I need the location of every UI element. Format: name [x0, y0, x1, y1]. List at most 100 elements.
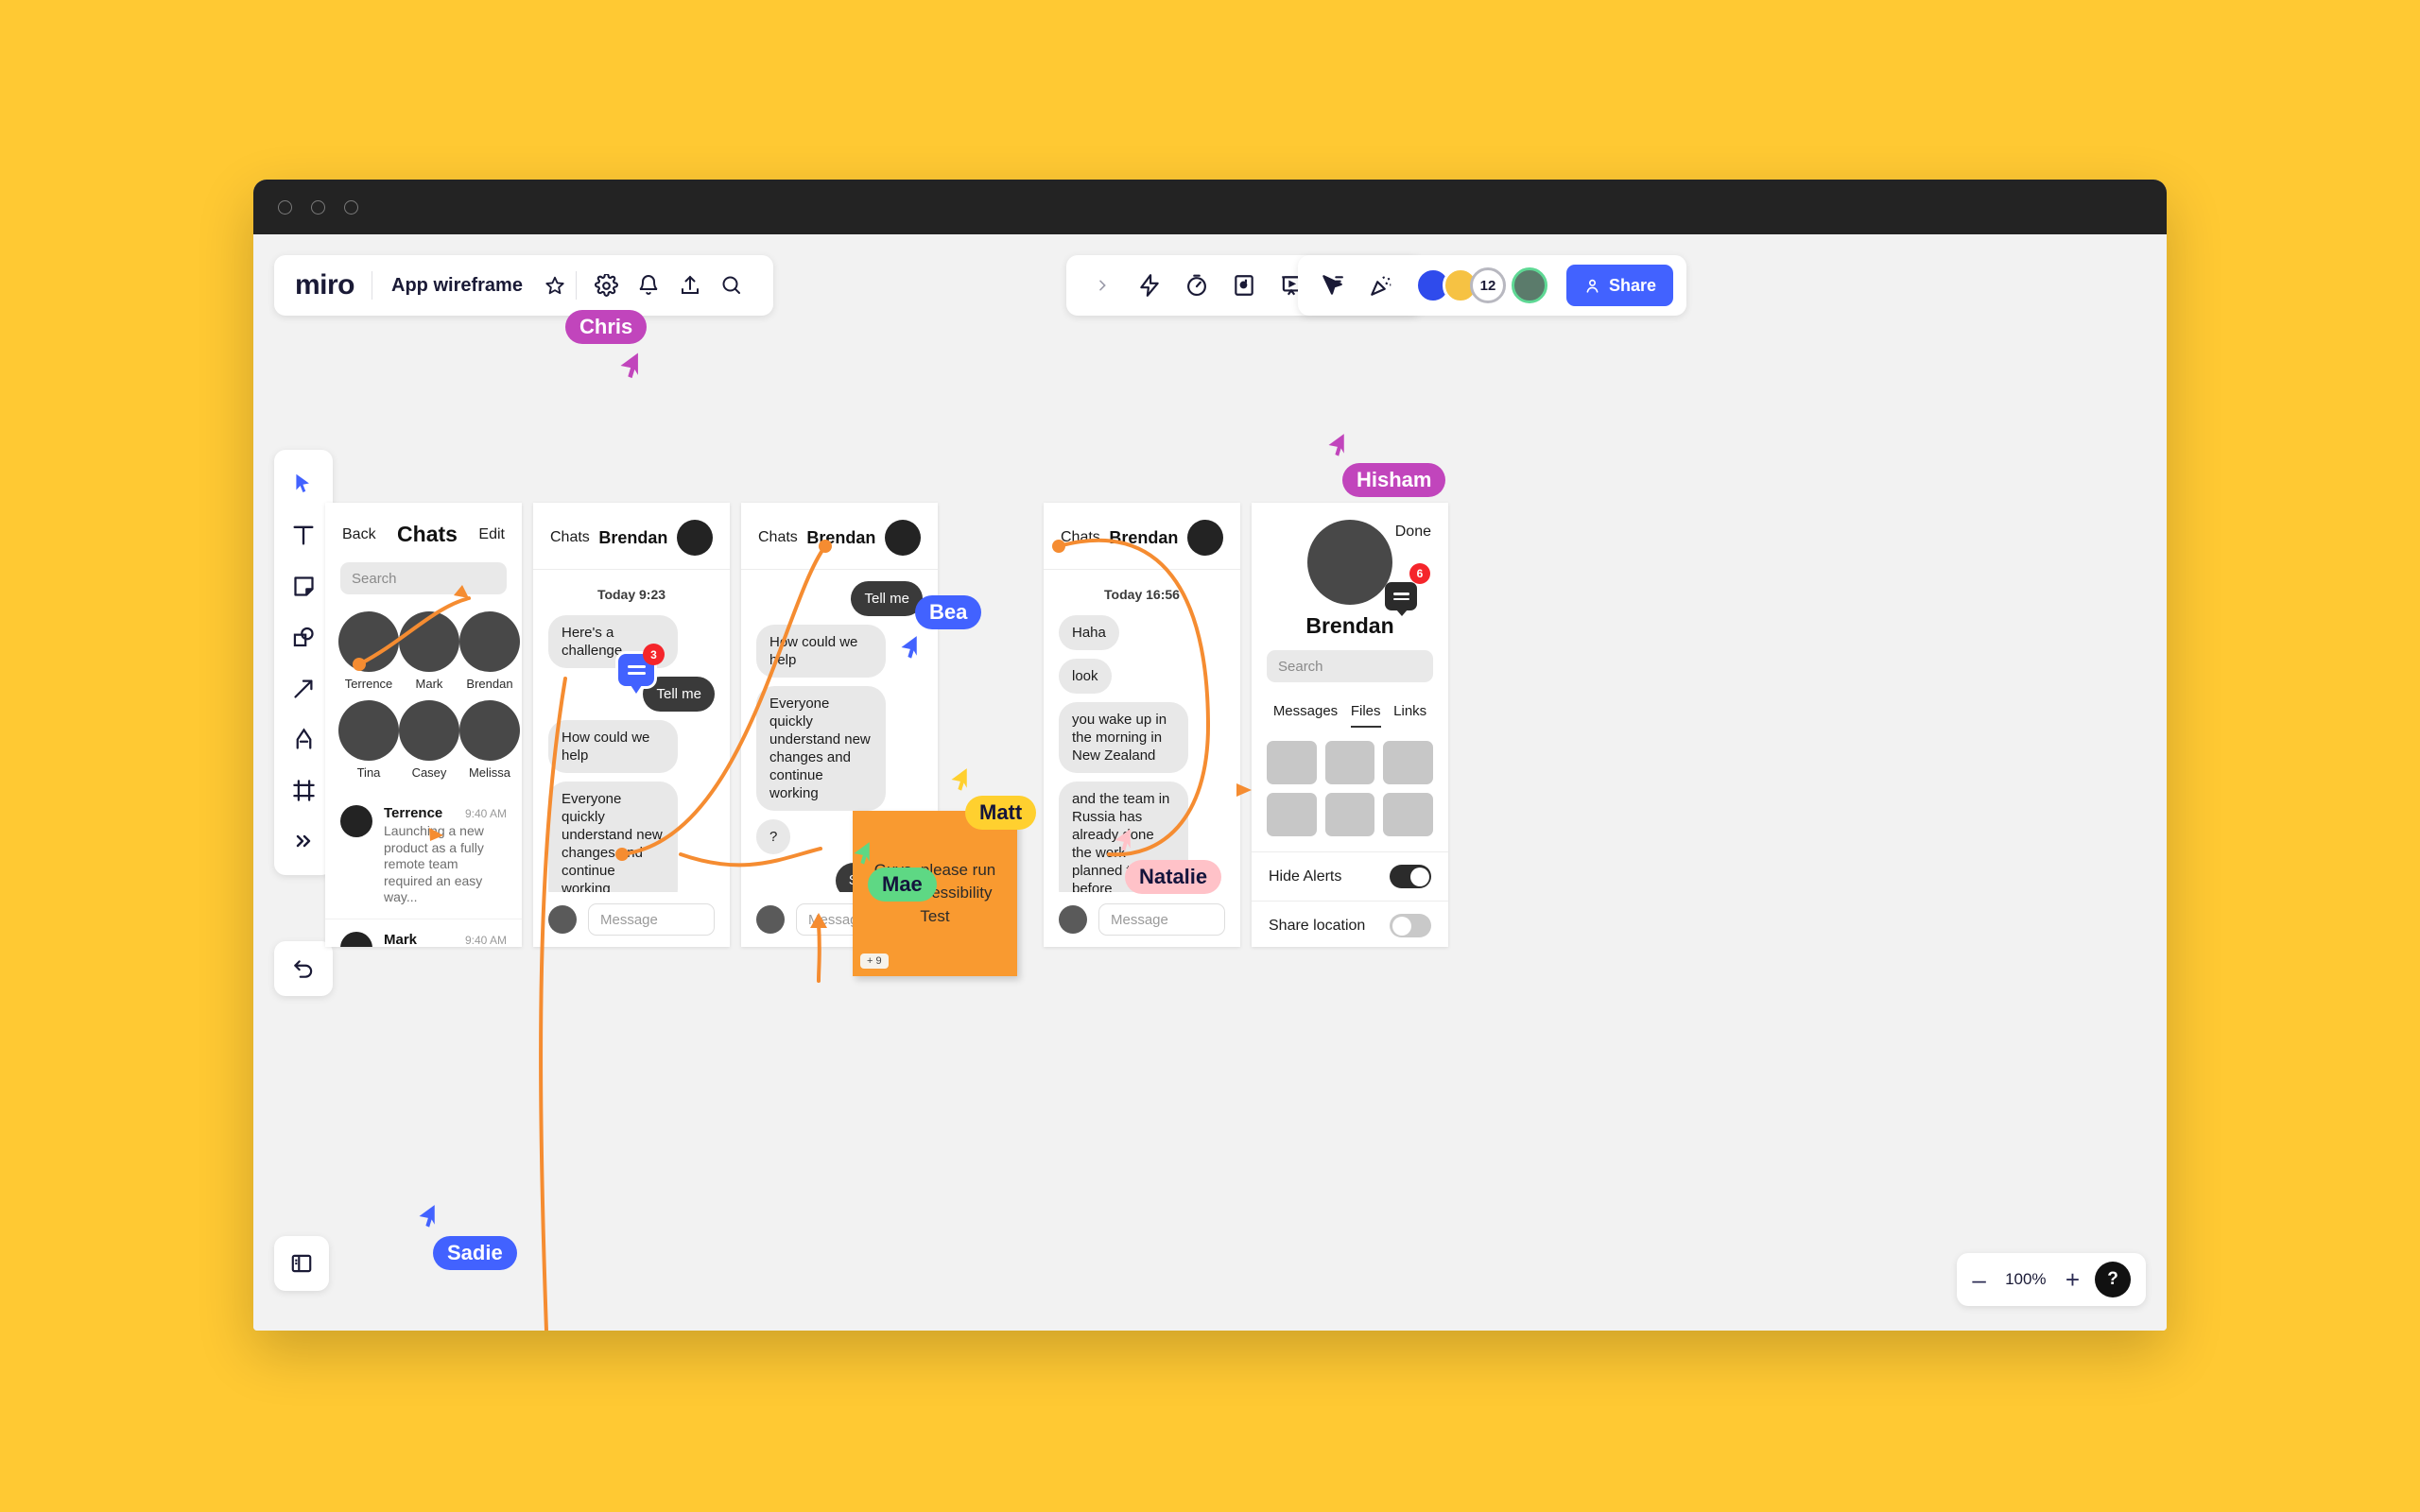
message-placeholder: Message — [600, 912, 658, 928]
cursor-label-sadie: Sadie — [433, 1236, 517, 1270]
message-placeholder: Message — [1111, 912, 1168, 928]
avatar-current-user[interactable] — [1512, 267, 1547, 303]
message-bubble-incoming: you wake up in the morning in New Zealan… — [1059, 702, 1188, 773]
chat-time: 9:40 AM — [465, 934, 507, 947]
profile-name: Brendan — [1252, 613, 1448, 639]
message-badge-icon[interactable] — [1385, 582, 1417, 610]
person-tile[interactable]: Terrence — [338, 611, 399, 691]
miro-board-canvas[interactable]: miro App wireframe — [253, 234, 2167, 1331]
favorite-star-icon[interactable] — [534, 265, 576, 306]
search-input[interactable]: Search — [340, 562, 507, 594]
edit-button[interactable]: Edit — [478, 526, 505, 543]
frame-conversation-1[interactable]: Chats Brendan Today 9:23 Here's a challe… — [533, 503, 730, 947]
file-thumbnail[interactable] — [1383, 793, 1433, 836]
help-button[interactable]: ? — [2095, 1262, 2131, 1297]
file-thumbnail[interactable] — [1325, 741, 1375, 784]
celebrate-icon[interactable] — [1360, 265, 1402, 306]
avatar[interactable] — [885, 520, 921, 556]
chat-preview: Launching a new product as a fully remot… — [384, 823, 507, 906]
message-input[interactable]: Message — [1098, 903, 1225, 936]
message-row: look — [1059, 659, 1225, 694]
shapes-tool-icon[interactable] — [280, 612, 327, 662]
avatar[interactable] — [1187, 520, 1223, 556]
tab-files[interactable]: Files — [1351, 703, 1381, 728]
person-tile[interactable]: Mark — [399, 611, 459, 691]
comment-pin[interactable]: 3 — [618, 654, 654, 686]
text-tool-text-t-icon[interactable] — [280, 510, 327, 559]
file-thumbnail[interactable] — [1267, 793, 1317, 836]
back-button[interactable]: Back — [342, 526, 376, 543]
done-button[interactable]: Done — [1395, 524, 1431, 541]
message-composer: Message — [1044, 892, 1240, 947]
search-icon[interactable] — [711, 265, 752, 306]
cursor-arrow-icon — [847, 839, 875, 868]
connection-line-tool-arrow-icon[interactable] — [280, 663, 327, 713]
frame-contact-profile[interactable]: Done 6 Brendan Search Messages Files Li — [1252, 503, 1448, 947]
hide-alerts-toggle[interactable] — [1390, 865, 1431, 888]
pen-tool-icon[interactable] — [280, 714, 327, 764]
chat-list-item[interactable]: Mark9:40 AM Implement many new ideas and… — [325, 919, 522, 948]
frame-chats-list[interactable]: Back Chats Edit Search Terrence Mark Bre… — [325, 503, 522, 947]
media-icon[interactable] — [1223, 265, 1265, 306]
person-tile[interactable]: Tina — [338, 700, 399, 780]
tab-links[interactable]: Links — [1393, 703, 1426, 728]
sticky-note-reaction-badge[interactable]: + 9 — [860, 954, 889, 969]
chevron-right-icon[interactable] — [1081, 265, 1123, 306]
cursor-label-natalie: Natalie — [1125, 860, 1221, 894]
window-minimize-dot[interactable] — [311, 200, 325, 215]
gear-icon[interactable] — [586, 265, 628, 306]
tab-messages[interactable]: Messages — [1273, 703, 1338, 728]
more-tools-chevron-double-right-icon[interactable] — [280, 816, 327, 866]
timer-icon[interactable] — [1176, 265, 1218, 306]
message-bubble-incoming: How could we help — [756, 625, 886, 678]
person-tile[interactable]: Casey — [399, 700, 459, 780]
search-input[interactable]: Search — [1267, 650, 1433, 682]
lightning-icon[interactable] — [1129, 265, 1170, 306]
miro-logo[interactable]: miro — [295, 269, 372, 301]
select-tool-cursor-arrow-icon[interactable] — [280, 459, 327, 508]
conversation-header: Chats Brendan — [741, 503, 938, 570]
board-title[interactable]: App wireframe — [372, 275, 534, 297]
person-tile[interactable]: Brendan — [459, 611, 520, 691]
message-row: you wake up in the morning in New Zealan… — [1059, 702, 1225, 773]
zoom-out-button[interactable]: – — [1972, 1267, 1985, 1292]
back-to-chats-button[interactable]: Chats — [758, 529, 798, 546]
cursor-label-matt: Matt — [965, 796, 1036, 830]
avatar — [756, 905, 785, 934]
share-button[interactable]: Share — [1566, 265, 1673, 306]
avatar[interactable] — [677, 520, 713, 556]
message-bubble-incoming: look — [1059, 659, 1112, 694]
person-tile[interactable]: Melissa — [459, 700, 520, 780]
setting-share-location[interactable]: Share location — [1252, 901, 1448, 947]
undo-button[interactable] — [274, 941, 333, 996]
cursor-arrow-icon — [894, 633, 923, 662]
setting-label: Share location — [1269, 918, 1365, 935]
window-maximize-dot[interactable] — [344, 200, 358, 215]
message-input[interactable]: Message — [588, 903, 715, 936]
collaborator-avatars[interactable]: 12 — [1415, 267, 1547, 303]
cursor-select-icon[interactable] — [1311, 265, 1353, 306]
sticky-note-tool-icon[interactable] — [280, 561, 327, 610]
file-thumbnail[interactable] — [1325, 793, 1375, 836]
collaborator-count-badge[interactable]: 12 — [1470, 267, 1506, 303]
message-bubble-outgoing: Tell me — [851, 581, 923, 616]
back-to-chats-button[interactable]: Chats — [550, 529, 590, 546]
file-thumbnail[interactable] — [1383, 741, 1433, 784]
share-location-toggle[interactable] — [1390, 914, 1431, 937]
chat-time: 9:40 AM — [465, 807, 507, 820]
frame-tool-icon[interactable] — [280, 765, 327, 815]
setting-hide-alerts[interactable]: Hide Alerts — [1252, 851, 1448, 901]
profile-avatar[interactable]: 6 — [1307, 520, 1392, 605]
message-composer: Message — [533, 892, 730, 947]
upload-icon[interactable] — [669, 265, 711, 306]
person-name: Terrence — [345, 677, 393, 691]
toggle-left-panel-button[interactable] — [274, 1236, 329, 1291]
back-to-chats-button[interactable]: Chats — [1061, 529, 1100, 546]
window-close-dot[interactable] — [278, 200, 292, 215]
person-name: Melissa — [469, 765, 510, 780]
chat-list-item[interactable]: Terrence9:40 AM Launching a new product … — [325, 793, 522, 919]
zoom-in-button[interactable]: + — [2066, 1267, 2080, 1292]
file-thumbnail[interactable] — [1267, 741, 1317, 784]
message-bubble-incoming: Everyone quickly understand new changes … — [548, 782, 678, 906]
bell-icon[interactable] — [628, 265, 669, 306]
